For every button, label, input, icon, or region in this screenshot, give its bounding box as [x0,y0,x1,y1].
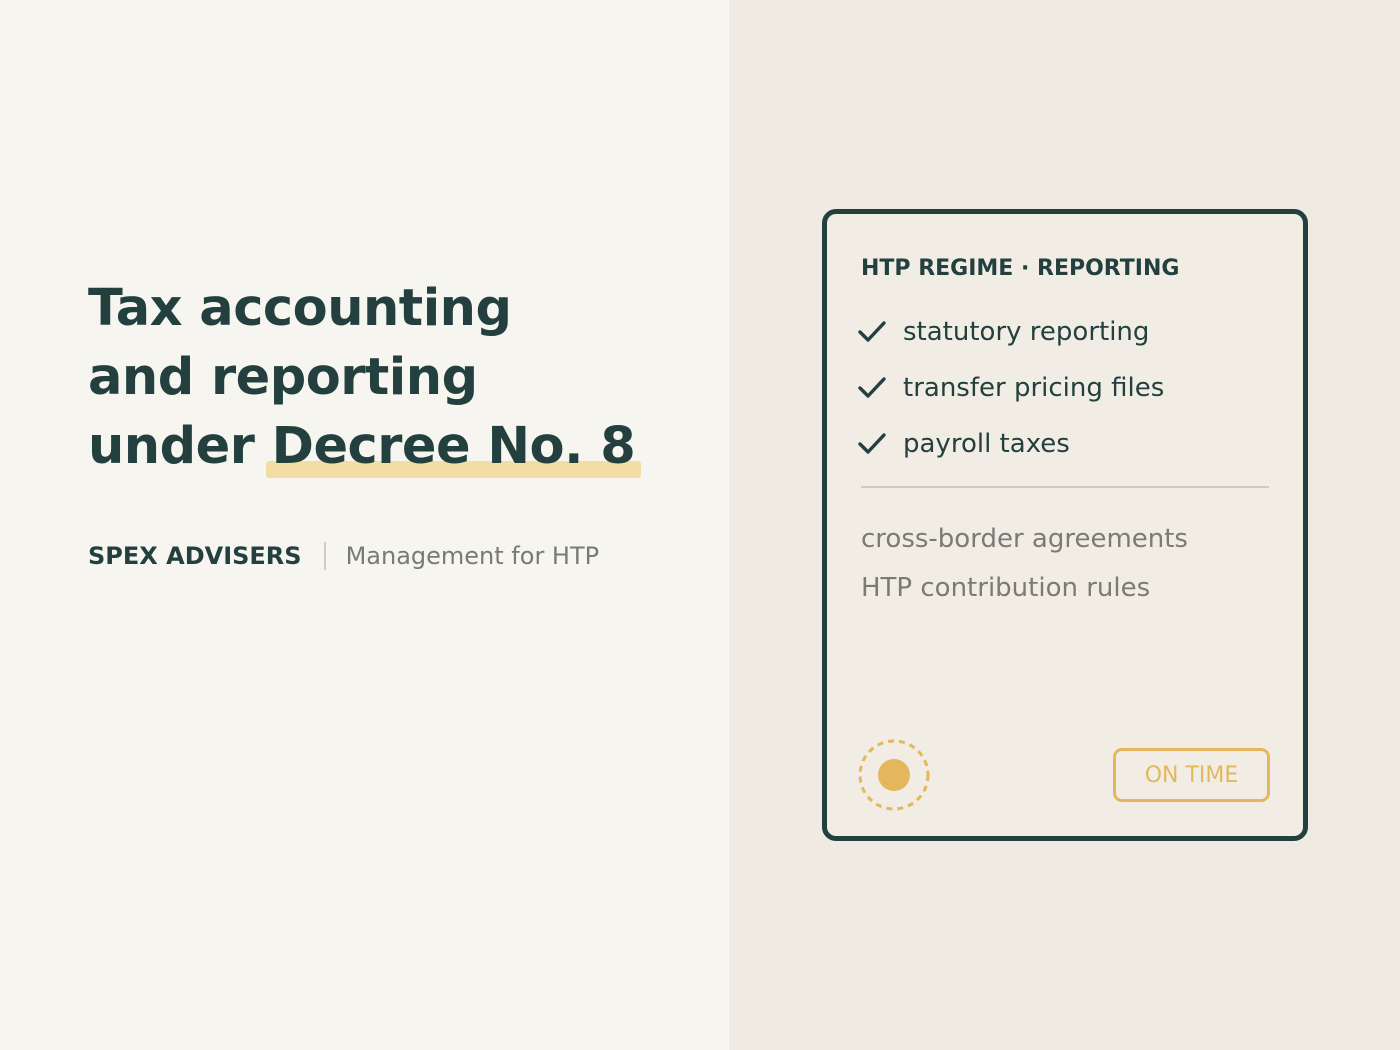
byline-divider [323,542,326,570]
checklist-item: payroll taxes [857,416,1164,472]
checklist-item-label: payroll taxes [903,429,1070,459]
headline-line-3: under Decree No. 8 [88,412,641,481]
checklist-item-label: statutory reporting [903,317,1150,347]
byline: SPEX ADVISERS Management for HTP [88,538,599,574]
check-icon [858,433,886,454]
checklist-item: statutory reporting [857,304,1164,360]
secondary-item: cross-border agreements [861,524,1188,554]
brand-name: SPEX ADVISERS [88,542,302,570]
card-title: HTP REGIME · REPORTING [861,256,1180,281]
headline-line-3-prefix: under [88,417,272,476]
status-badge: ON TIME [1113,748,1270,802]
headline-line-2: and reporting [88,348,478,407]
left-panel [0,0,729,1050]
checklist-item-label: transfer pricing files [903,373,1165,403]
headline-line-1: Tax accounting [88,279,512,338]
secondary-list: cross-border agreements HTP contribution… [861,517,1188,615]
secondary-item: HTP contribution rules [861,573,1151,603]
tagline: Management for HTP [345,542,600,570]
check-icon [858,377,886,398]
status-dot-icon [858,739,930,811]
headline: Tax accounting and reporting under Decre… [88,274,641,481]
headline-highlight: Decree No. 8 [265,412,641,481]
checklist: statutory reporting transfer pricing fil… [857,304,1164,472]
card-divider [861,486,1269,488]
checklist-item: transfer pricing files [857,360,1164,416]
check-icon [858,321,886,342]
reporting-card: HTP REGIME · REPORTING statutory reporti… [822,209,1308,841]
